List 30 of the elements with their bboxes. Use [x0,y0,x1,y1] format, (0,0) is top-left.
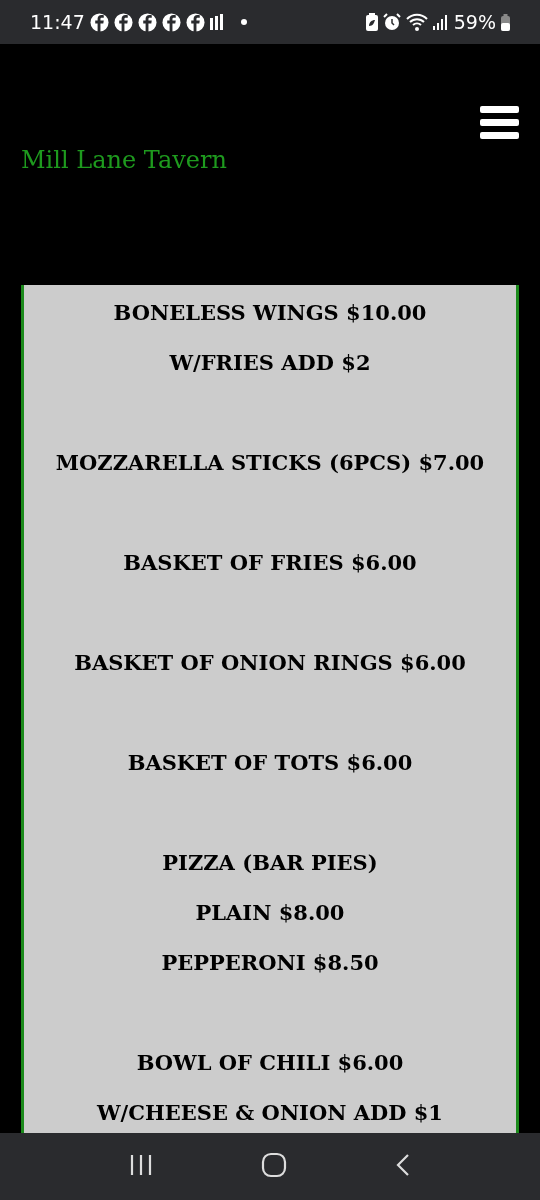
battery-icon [501,13,510,31]
back-icon [395,1153,411,1177]
menu-item-text: W/FRIES ADD $2 [169,349,371,377]
menu-item-text: BASKET OF TOTS $6.00 [127,749,413,777]
alarm-icon [382,13,401,31]
facebook-icon [113,12,133,32]
clock-time: 11:47 [30,11,85,33]
dot-icon [240,19,247,25]
menu-item-text: BASKET OF ONION RINGS $6.00 [74,649,466,677]
facebook-icon [185,12,205,32]
menu-item-text: BOWL OF CHILI $6.00 [136,1049,404,1077]
wifi-icon [405,13,428,31]
home-icon [261,1152,287,1178]
menu-item-text: PLAIN $8.00 [195,899,345,927]
battery-percent: 59% [453,11,496,33]
menu-item-text: W/CHEESE & ONION ADD $1 [97,1099,443,1127]
facebook-icon [161,12,181,32]
battery-saver-icon [365,13,378,31]
menu-icon [480,106,520,140]
facebook-icon [89,12,109,32]
menu-item-text: BASKET OF FRIES $6.00 [123,549,417,577]
site-title[interactable]: Mill Lane Tavern [21,146,227,174]
menu-item-text: MOZZARELLA STICKS (6PCS) $7.00 [55,449,485,477]
recent-apps-icon [129,1154,153,1176]
menu-item-text: PIZZA (BAR PIES) [162,849,378,877]
cell-signal-icon [432,14,449,30]
facebook-icon [137,12,157,32]
menu-item-text: BONELESS WINGS $10.00 [113,299,427,327]
signal-bars-icon [209,14,224,30]
menu-item-text: PEPPERONI $8.50 [161,949,379,977]
